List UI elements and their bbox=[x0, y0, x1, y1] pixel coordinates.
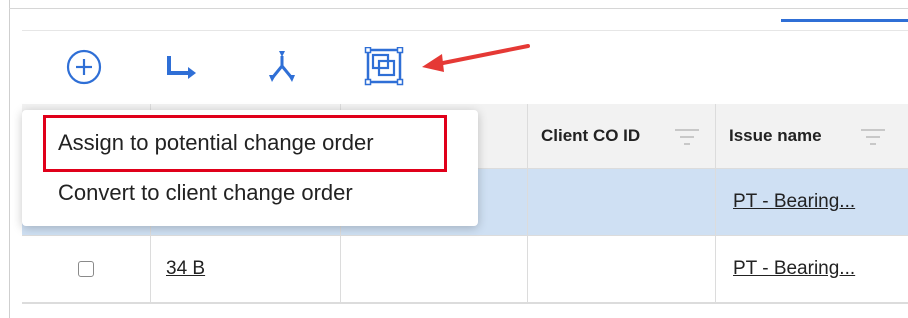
action-dropdown-menu: Assign to potential change order Convert… bbox=[22, 110, 478, 226]
select-frame-button[interactable] bbox=[364, 47, 404, 87]
header-separator bbox=[22, 30, 908, 31]
column-header-issue-name[interactable]: Issue name bbox=[729, 104, 822, 168]
column-divider bbox=[527, 104, 528, 302]
row-checkbox[interactable] bbox=[78, 261, 94, 277]
column-header-label: Client CO ID bbox=[541, 126, 641, 145]
active-tab-indicator bbox=[781, 19, 908, 22]
issue-name-cell: PT - Bearing... bbox=[733, 169, 855, 235]
route-button[interactable] bbox=[162, 47, 202, 87]
merge-button[interactable] bbox=[264, 47, 304, 87]
issue-name-link[interactable]: PT - Bearing... bbox=[733, 191, 855, 213]
filter-icon[interactable] bbox=[860, 128, 886, 146]
column-divider bbox=[715, 104, 716, 302]
column-header-label: Issue name bbox=[729, 126, 822, 145]
table-bottom-border bbox=[22, 303, 908, 304]
frame-top-border bbox=[9, 8, 908, 9]
issue-name-cell: PT - Bearing... bbox=[733, 236, 855, 302]
number-cell: 34 B bbox=[166, 236, 205, 302]
table-row[interactable]: 34 B PT - Bearing... bbox=[22, 236, 908, 303]
column-header-client-co-id[interactable]: Client CO ID bbox=[541, 104, 640, 168]
add-button[interactable] bbox=[64, 47, 104, 87]
menu-item-convert-to-client-change-order[interactable]: Convert to client change order bbox=[58, 180, 353, 206]
menu-item-assign-to-potential-change-order[interactable]: Assign to potential change order bbox=[58, 130, 374, 156]
add-circle-icon bbox=[66, 49, 102, 85]
filter-icon[interactable] bbox=[674, 128, 700, 146]
select-frame-icon bbox=[364, 47, 404, 86]
annotation-arrow-icon bbox=[422, 44, 530, 72]
merge-arrows-icon bbox=[269, 51, 295, 82]
issue-name-link[interactable]: PT - Bearing... bbox=[733, 258, 855, 280]
frame-left-border bbox=[9, 0, 10, 318]
number-link[interactable]: 34 B bbox=[166, 258, 205, 280]
route-arrow-icon bbox=[167, 56, 196, 79]
